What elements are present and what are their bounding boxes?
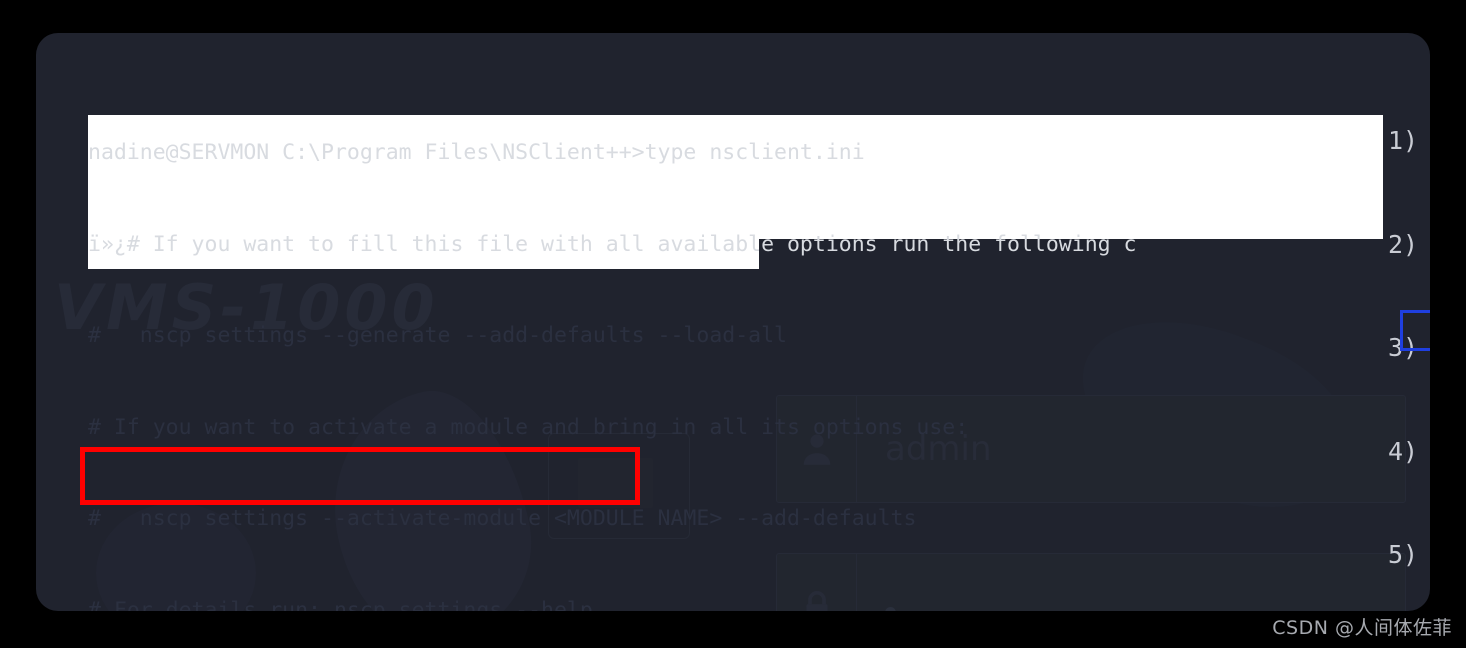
csdn-watermark: CSDN @人间体佐菲	[1272, 617, 1452, 639]
numbered-list-item[interactable]: 2) L	[1388, 228, 1430, 263]
bom-prefix: ï»¿#	[88, 231, 140, 257]
numbered-list-item[interactable]: 5) F	[1388, 538, 1430, 573]
terminal-line-5: # For details run: nscp settings --help	[88, 597, 593, 612]
numbered-list-number: 2)	[1388, 229, 1419, 259]
numbered-list-item[interactable]: 4) F	[1388, 435, 1430, 470]
numbered-list-number: 1)	[1388, 126, 1419, 155]
terminal-output: nadine@SERVMON C:\Program Files\NSClient…	[88, 77, 1430, 611]
terminal-line-4: # nscp settings --activate-module <MODUL…	[88, 506, 917, 531]
terminal-line-2: # nscp settings --generate --add-default…	[88, 323, 787, 348]
password-highlight-box	[80, 447, 640, 505]
numbered-list-number: 5)	[1388, 540, 1419, 569]
terminal-prompt-line: nadine@SERVMON C:\Program Files\NSClient…	[88, 140, 865, 165]
numbered-list-item[interactable]: 1)	[1388, 124, 1430, 159]
terminal-line-1: If you want to fill this file with all a…	[139, 231, 1137, 257]
terminal-line-3: # If you want to activate a module and b…	[88, 414, 969, 440]
numbered-list-number: 4)	[1388, 436, 1419, 466]
blue-annotation-box	[1400, 310, 1430, 351]
terminal-panel: VMS-1000 admin nadine@SERVMON C:\Program…	[36, 33, 1430, 611]
screenshot-root: VMS-1000 admin nadine@SERVMON C:\Program…	[0, 0, 1466, 648]
